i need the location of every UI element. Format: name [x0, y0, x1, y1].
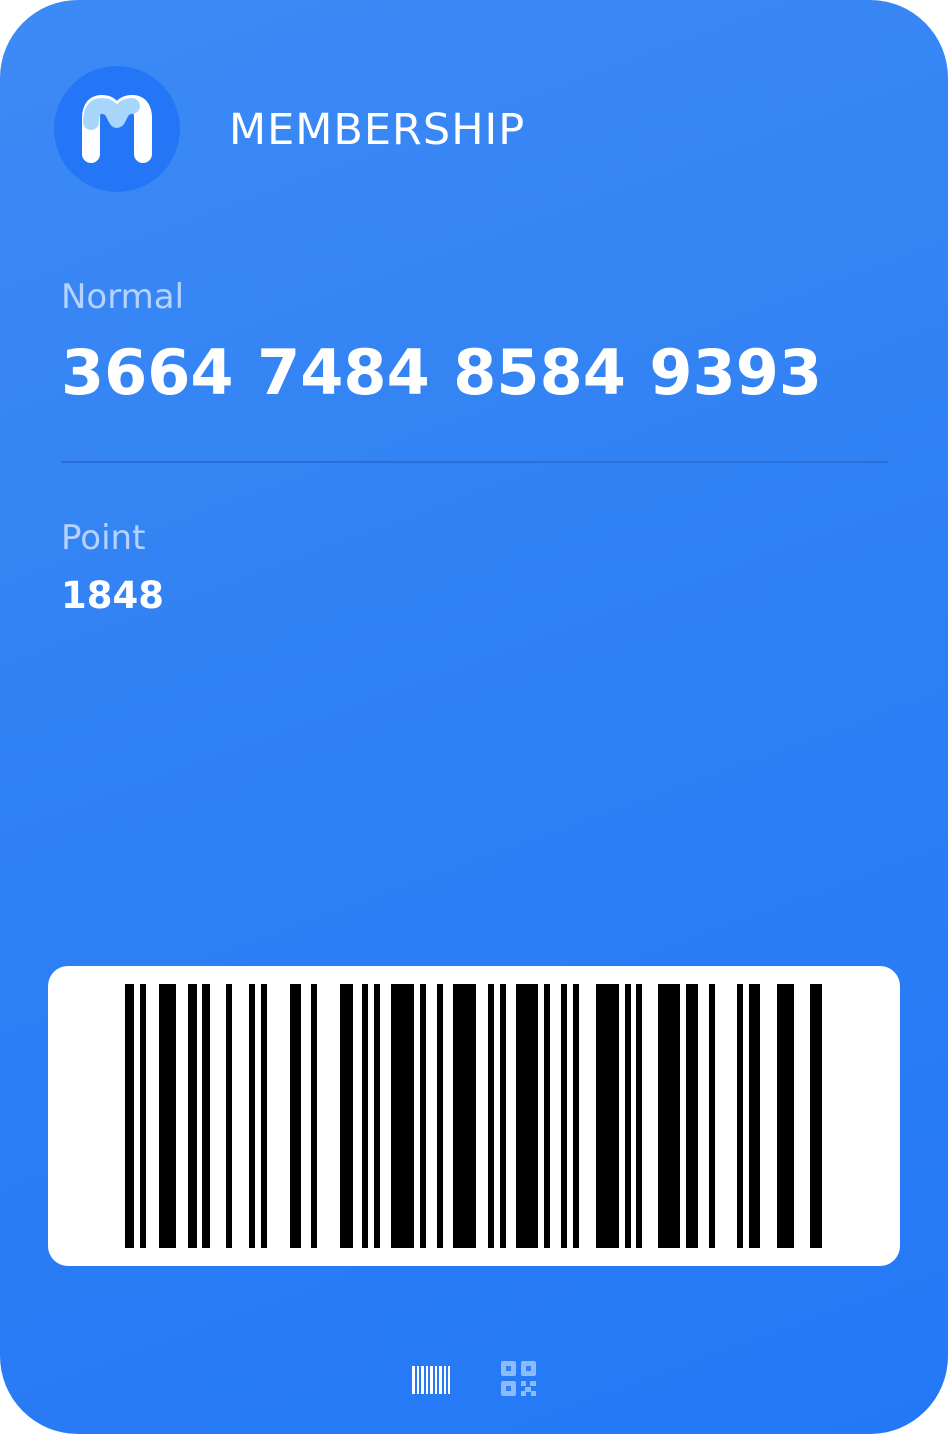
qr-code-icon[interactable]	[500, 1358, 540, 1398]
membership-card: MEMBERSHIP Normal 3664 7484 8584 9393 Po…	[0, 0, 948, 1434]
barcode-bars	[125, 984, 822, 1248]
membership-logo-icon	[54, 66, 180, 192]
barcode-graphic	[125, 984, 822, 1248]
membership-tier: Normal	[61, 277, 185, 317]
divider	[61, 461, 888, 463]
membership-number: 3664 7484 8584 9393	[61, 336, 822, 409]
card-title: MEMBERSHIP	[229, 105, 526, 155]
barcode-panel	[48, 966, 900, 1266]
point-label: Point	[61, 518, 146, 558]
point-value: 1848	[61, 574, 164, 617]
barcode-icon[interactable]	[411, 1358, 451, 1398]
